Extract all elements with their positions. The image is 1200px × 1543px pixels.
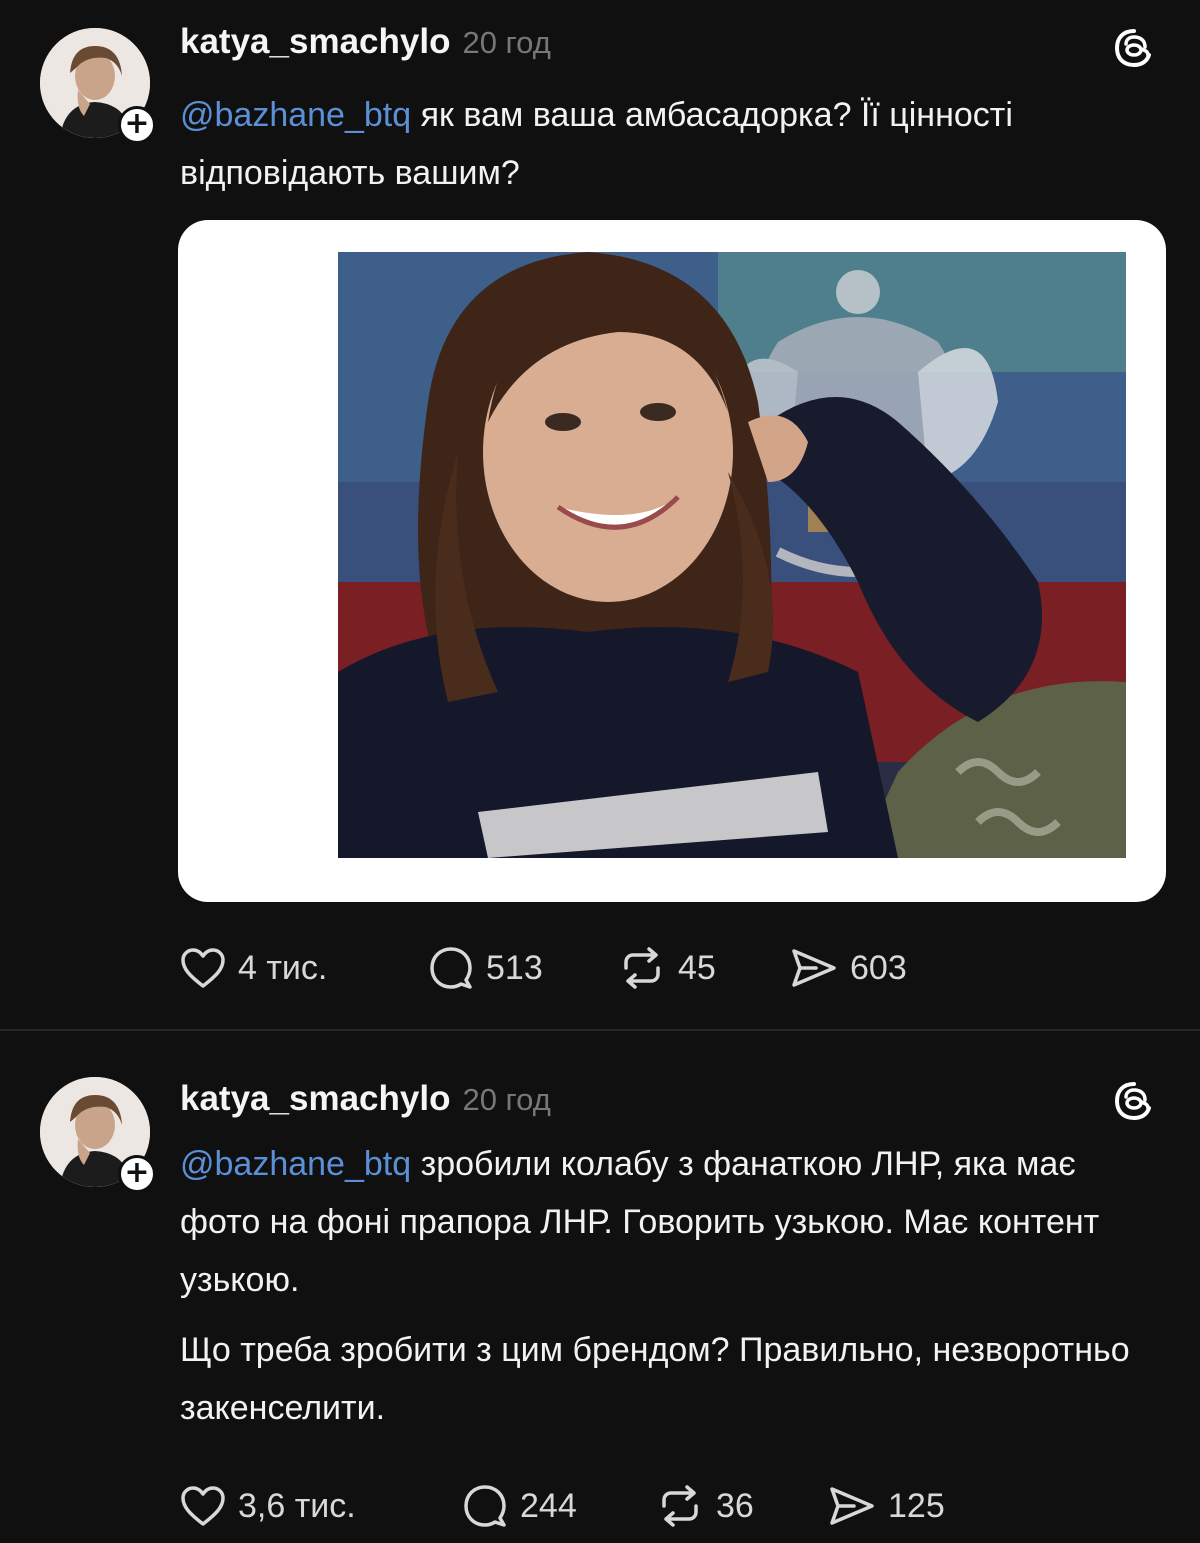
reply-button[interactable]: 244: [462, 1476, 656, 1536]
repost-button[interactable]: 36: [656, 1476, 828, 1536]
thread-post: + katya_smachylo 20 год @bazhane_btq як …: [0, 0, 1200, 1030]
like-button[interactable]: 3,6 тис.: [180, 1476, 462, 1536]
repost-count: 36: [716, 1486, 754, 1525]
like-count: 4 тис.: [238, 948, 328, 987]
post-photo: [338, 252, 1126, 858]
mention-link[interactable]: @bazhane_btq: [180, 1145, 411, 1183]
repost-count: 45: [678, 948, 716, 987]
author-avatar[interactable]: +: [40, 28, 156, 144]
post-header: katya_smachylo 20 год: [180, 1079, 551, 1123]
share-button[interactable]: 125: [828, 1476, 945, 1536]
post-text: @bazhane_btq як вам ваша амбасадорка? Її…: [180, 86, 1160, 202]
follow-button[interactable]: +: [118, 1155, 156, 1193]
reply-count: 513: [486, 948, 543, 987]
send-icon: [830, 1487, 874, 1525]
username[interactable]: katya_smachylo: [180, 1079, 450, 1119]
heart-icon: [181, 1486, 225, 1526]
author-avatar[interactable]: +: [40, 1077, 156, 1193]
comment-icon: [430, 947, 472, 989]
post-actions: 3,6 тис. 244 36 125: [180, 1476, 945, 1536]
threads-logo-icon[interactable]: [1112, 1079, 1156, 1123]
threads-logo-icon[interactable]: [1112, 26, 1156, 70]
share-count: 125: [888, 1486, 945, 1525]
heart-icon: [181, 948, 225, 988]
post-text: @bazhane_btq зробили колабу з фанаткою Л…: [180, 1135, 1160, 1437]
thread-post: + katya_smachylo 20 год @bazhane_btq зро…: [0, 1031, 1200, 1543]
post-media[interactable]: [178, 220, 1166, 902]
comment-icon: [464, 1485, 506, 1527]
reply-count: 244: [520, 1486, 577, 1525]
like-count: 3,6 тис.: [238, 1486, 356, 1525]
repost-icon: [624, 947, 660, 989]
reply-button[interactable]: 513: [428, 938, 618, 998]
send-icon: [792, 949, 836, 987]
post-header: katya_smachylo 20 год: [180, 22, 551, 66]
post-paragraph: @bazhane_btq зробили колабу з фанаткою Л…: [180, 1135, 1160, 1309]
username[interactable]: katya_smachylo: [180, 22, 450, 62]
post-time: 20 год: [462, 25, 551, 60]
repost-icon: [662, 1485, 698, 1527]
share-button[interactable]: 603: [790, 938, 907, 998]
post-time: 20 год: [462, 1082, 551, 1117]
mention-link[interactable]: @bazhane_btq: [180, 96, 411, 134]
follow-button[interactable]: +: [118, 106, 156, 144]
repost-button[interactable]: 45: [618, 938, 790, 998]
post-paragraph-2: Що треба зробити з цим брендом? Правильн…: [180, 1331, 1130, 1427]
share-count: 603: [850, 948, 907, 987]
post-actions: 4 тис. 513 45 603: [180, 938, 907, 998]
like-button[interactable]: 4 тис.: [180, 938, 428, 998]
